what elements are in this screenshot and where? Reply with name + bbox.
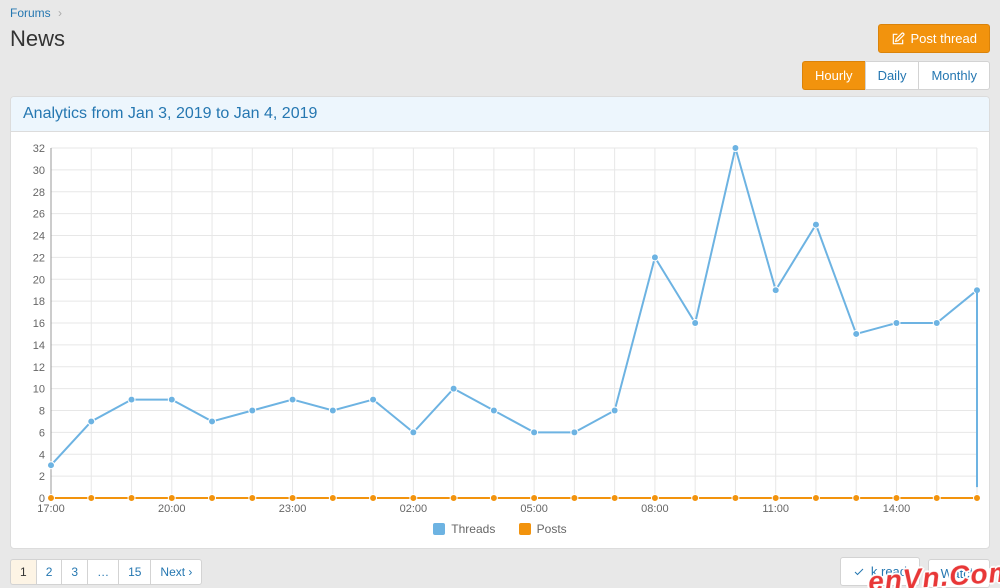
breadcrumb: Forums › [0, 0, 1000, 22]
filter-hourly[interactable]: Hourly [802, 61, 865, 90]
legend-swatch-posts [519, 523, 531, 535]
svg-text:6: 6 [39, 427, 45, 439]
legend-threads[interactable]: Threads [433, 522, 495, 536]
analytics-panel: Analytics from Jan 3, 2019 to Jan 4, 201… [10, 96, 990, 549]
svg-text:20:00: 20:00 [158, 503, 186, 515]
svg-text:14: 14 [33, 340, 45, 352]
page-3[interactable]: 3 [61, 559, 87, 585]
analytics-chart: 0246810121416182022242628303217:0020:002… [15, 138, 987, 518]
svg-text:24: 24 [33, 231, 45, 243]
svg-text:8: 8 [39, 406, 45, 418]
edit-icon [891, 32, 905, 46]
svg-text:14:00: 14:00 [883, 503, 911, 515]
legend-posts-label: Posts [537, 522, 567, 536]
svg-text:20: 20 [33, 274, 45, 286]
svg-text:10: 10 [33, 384, 45, 396]
svg-text:26: 26 [33, 209, 45, 221]
svg-text:02:00: 02:00 [400, 503, 428, 515]
svg-text:05:00: 05:00 [520, 503, 548, 515]
filter-monthly[interactable]: Monthly [918, 61, 990, 90]
page-2[interactable]: 2 [36, 559, 62, 585]
panel-title: Analytics from Jan 3, 2019 to Jan 4, 201… [11, 97, 989, 132]
svg-text:23:00: 23:00 [279, 503, 307, 515]
page-title: News [10, 26, 878, 52]
svg-text:16: 16 [33, 318, 45, 330]
svg-text:4: 4 [39, 449, 45, 461]
page-next[interactable]: Next › [150, 559, 202, 585]
mark-read-label: k read [871, 564, 907, 579]
pagination: 1 2 3 … 15 Next › [10, 559, 202, 585]
legend-posts[interactable]: Posts [519, 522, 567, 536]
svg-text:17:00: 17:00 [37, 503, 65, 515]
breadcrumb-link[interactable]: Forums [10, 6, 51, 20]
svg-text:11:00: 11:00 [762, 503, 789, 515]
filter-daily[interactable]: Daily [865, 61, 919, 90]
post-thread-button[interactable]: Post thread [878, 24, 991, 53]
legend-swatch-threads [433, 523, 445, 535]
chevron-right-icon: › [58, 6, 62, 20]
svg-text:12: 12 [33, 362, 45, 374]
check-icon [853, 566, 865, 578]
post-thread-label: Post thread [911, 31, 978, 46]
svg-text:30: 30 [33, 165, 45, 177]
svg-text:08:00: 08:00 [641, 503, 669, 515]
page-ellipsis: … [87, 559, 118, 585]
chart-legend: Threads Posts [15, 518, 985, 544]
svg-text:2: 2 [39, 471, 45, 483]
legend-threads-label: Threads [451, 522, 495, 536]
time-filter: Hourly Daily Monthly [0, 61, 1000, 96]
svg-text:32: 32 [33, 143, 45, 155]
page-1[interactable]: 1 [10, 559, 36, 585]
svg-text:18: 18 [33, 296, 45, 308]
page-15[interactable]: 15 [118, 559, 150, 585]
svg-text:22: 22 [33, 252, 45, 264]
mark-read-button[interactable]: k read [840, 557, 920, 586]
svg-text:28: 28 [33, 187, 45, 199]
watch-button[interactable]: Watch [928, 559, 990, 588]
